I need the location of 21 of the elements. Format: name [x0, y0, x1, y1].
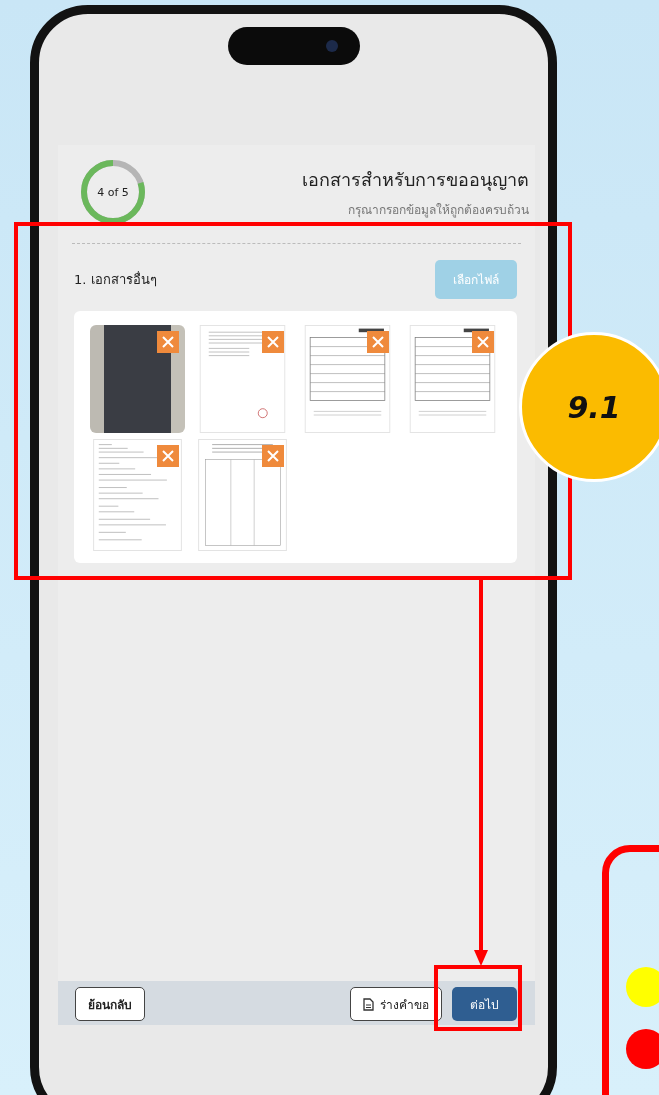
- next-button[interactable]: ต่อไป: [452, 987, 517, 1021]
- close-icon: [266, 449, 280, 463]
- draft-button[interactable]: ร่างคำขอ: [350, 987, 442, 1021]
- remove-button[interactable]: [367, 331, 389, 353]
- callout-badge: 9.1: [519, 332, 659, 482]
- document-icon: [363, 997, 374, 1011]
- page-title: เอกสารสำหรับการขออนุญาต: [302, 168, 529, 193]
- close-icon: [476, 335, 490, 349]
- step-counter: 4 of 5: [97, 185, 129, 199]
- close-icon: [371, 335, 385, 349]
- section-title: 1. เอกสารอื่นๆ: [74, 270, 157, 289]
- close-icon: [266, 335, 280, 349]
- page-subtitle: กรุณากรอกข้อมูลให้ถูกต้องครบถ้วน: [347, 202, 529, 219]
- remove-button[interactable]: [262, 445, 284, 467]
- close-icon: [161, 449, 175, 463]
- remove-button[interactable]: [262, 331, 284, 353]
- remove-button[interactable]: [157, 445, 179, 467]
- close-icon: [161, 335, 175, 349]
- remove-button[interactable]: [157, 331, 179, 353]
- remove-button[interactable]: [472, 331, 494, 353]
- back-button[interactable]: ย้อนกลับ: [75, 987, 145, 1021]
